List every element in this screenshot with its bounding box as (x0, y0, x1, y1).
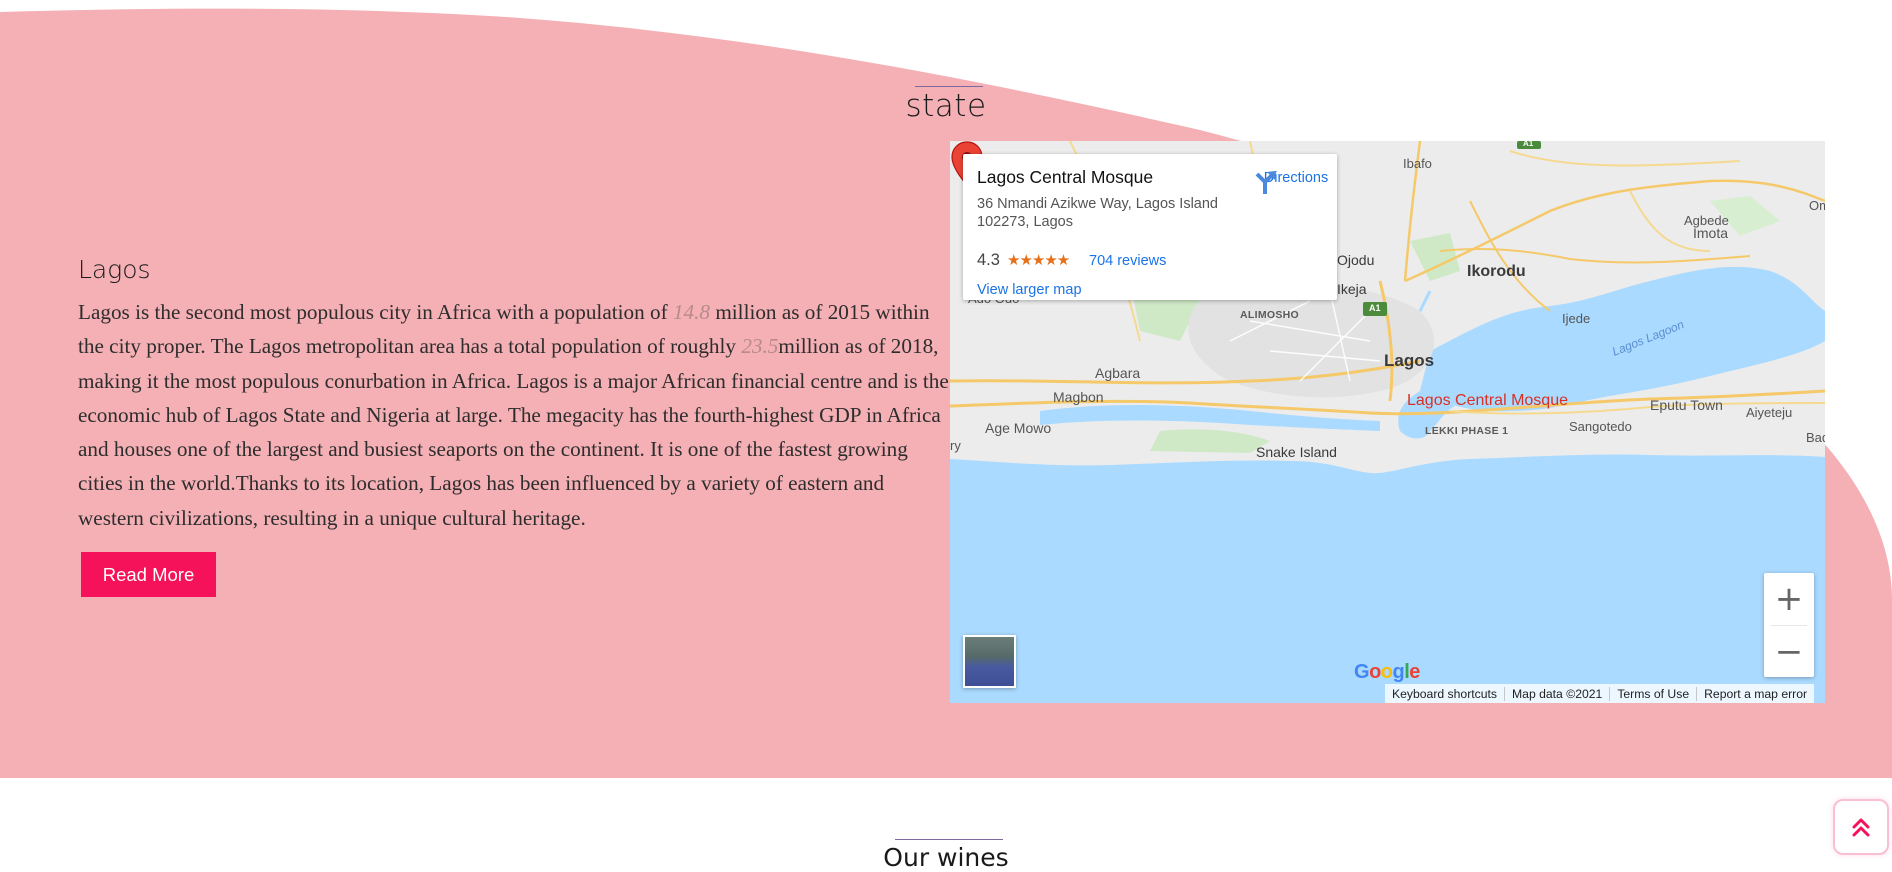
place-name: Lagos Central Mosque (977, 167, 1154, 187)
map-label-ry: ry (950, 438, 961, 453)
keyboard-shortcuts-link[interactable]: Keyboard shortcuts (1385, 687, 1504, 701)
read-more-button[interactable]: Read More (81, 552, 216, 597)
map-data-attribution: Map data ©2021 (1504, 686, 1609, 701)
map-label-alimosho: ALIMOSHO (1240, 309, 1299, 321)
map-label-age-mowo: Age Mowo (985, 420, 1052, 436)
map-label-sangotedo: Sangotedo (1569, 419, 1632, 434)
map-footer: Keyboard shortcuts Map data ©2021 Terms … (1385, 684, 1815, 703)
map-label-lekki-phase-1: LEKKI PHASE 1 (1425, 425, 1509, 437)
map-label-ikorodu: Ikorodu (1467, 263, 1526, 280)
map-label-magbon: Magbon (1053, 389, 1104, 405)
map-pin-label[interactable]: Lagos Central Mosque (1407, 392, 1568, 410)
map-label-lagos: Lagos (1384, 351, 1435, 370)
satellite-toggle-button[interactable] (963, 635, 1016, 688)
map-label-snake-island: Snake Island (1256, 444, 1337, 460)
zoom-out-button[interactable]: − (1764, 626, 1814, 678)
place-address: 36 Nmandi Azikwe Way, Lagos Island 10227… (977, 196, 1218, 230)
map-label-ojodu: Ojodu (1337, 252, 1375, 268)
place-info-card: Lagos Central Mosque 36 Nmandi Azikwe Wa… (963, 154, 1337, 300)
description-text: million as of 2018, making it the most p… (78, 334, 949, 530)
zoom-controls: + − (1764, 573, 1814, 677)
map-label-ibafo: Ibafo (1403, 156, 1432, 171)
map-label-imota: Imota (1693, 225, 1729, 241)
directions-arrow-icon (1255, 171, 1276, 194)
directions-button[interactable]: Directions (1251, 168, 1341, 228)
city-description: Lagos is the second most populous city i… (78, 295, 950, 535)
map-label-aiyeteju: Aiyeteju (1746, 405, 1793, 420)
section-title-rule (895, 839, 1003, 840)
report-map-error-link[interactable]: Report a map error (1696, 686, 1814, 701)
metro-population-stat: 23.5 (741, 334, 779, 359)
map-label-eputu-town: Eputu Town (1650, 397, 1723, 413)
map-label-agbara: Agbara (1095, 365, 1141, 381)
map-label-ijede: Ijede (1562, 311, 1591, 326)
double-chevron-up-icon (1852, 818, 1870, 837)
scroll-to-top-button[interactable] (1833, 799, 1889, 855)
section-title-rule (915, 86, 983, 87)
description-text: Lagos is the second most populous city i… (78, 300, 673, 324)
rating-stars-icon: ★★★★★ (1007, 252, 1070, 269)
city-title: Lagos (78, 255, 151, 284)
google-logo: Google (1354, 661, 1420, 683)
terms-of-use-link[interactable]: Terms of Use (1609, 686, 1696, 701)
map-label-ikeja: Ikeja (1337, 281, 1367, 297)
zoom-in-button[interactable]: + (1764, 573, 1814, 625)
map-label-om: Om (1809, 198, 1825, 213)
embedded-map[interactable]: Ibafo Agbede Imota Om Ojodu Ikeja Ikorod… (950, 141, 1825, 703)
map-label-bad: Bad (1806, 430, 1825, 445)
route-shield-a1-ikeja: A1 (1369, 303, 1381, 313)
route-shield-a1-north: A1 (1523, 141, 1534, 148)
view-larger-map-link[interactable]: View larger map (977, 282, 1082, 298)
section-title: state (905, 88, 987, 124)
reviews-link[interactable]: 704 reviews (1089, 253, 1166, 269)
population-stat: 14.8 (672, 300, 711, 324)
place-rating: 4.3 (977, 251, 1000, 269)
section-title-our-wines: Our wines (883, 843, 1009, 872)
